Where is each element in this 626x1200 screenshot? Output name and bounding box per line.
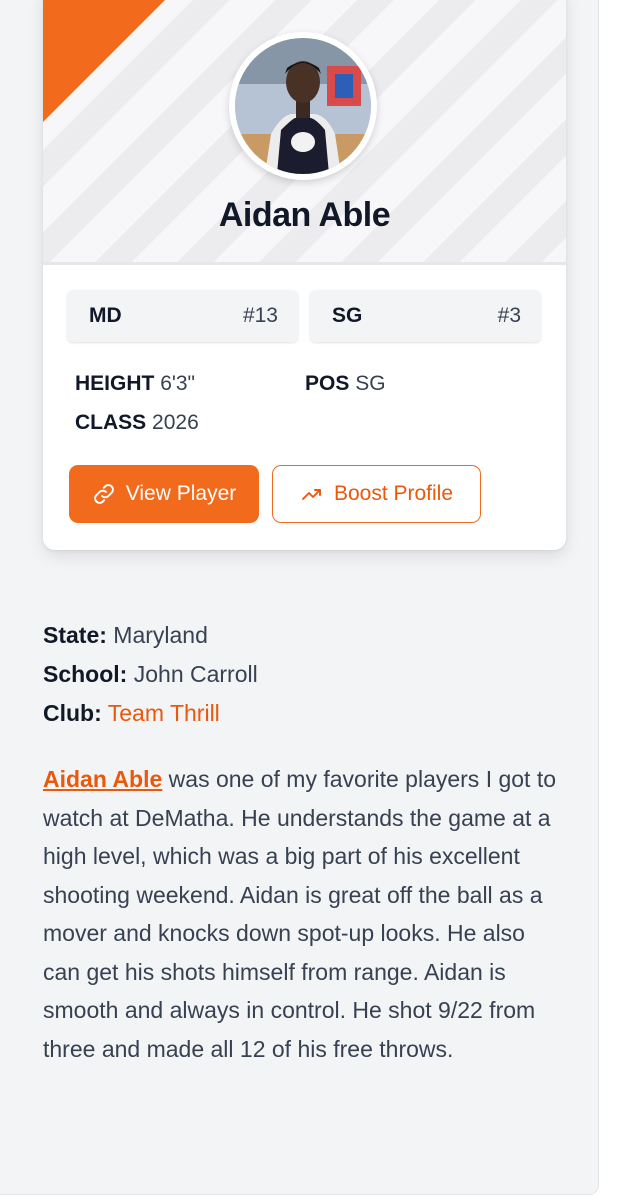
club-link[interactable]: Team Thrill: [108, 700, 220, 726]
school-info-label: School:: [43, 661, 128, 687]
school-info-value: John Carroll: [133, 661, 258, 687]
player-bio: Aidan Able was one of my favorite player…: [43, 760, 568, 1068]
height-value: 6'3": [160, 372, 196, 395]
position-rank-value: #3: [497, 304, 521, 327]
link-icon: [93, 484, 114, 504]
class-stat: CLASS 2026: [75, 411, 199, 435]
view-player-button[interactable]: View Player: [69, 465, 259, 523]
state-info-value: Maryland: [113, 622, 208, 648]
club-info-label: Club:: [43, 700, 102, 726]
bio-player-link[interactable]: Aidan Able: [43, 766, 162, 792]
view-player-label: View Player: [125, 482, 237, 505]
height-stat: HEIGHT 6'3": [75, 372, 195, 396]
height-label: HEIGHT: [75, 372, 155, 395]
pos-value: SG: [355, 372, 386, 395]
player-card-header: Aidan Able: [43, 0, 566, 265]
pos-stat: POS SG: [305, 372, 386, 396]
state-info-label: State:: [43, 622, 107, 648]
player-photo: [235, 38, 371, 174]
player-card: Aidan Able MD #13 SG #3 HEIGHT 6'3" POS …: [43, 0, 566, 550]
trending-up-icon: [302, 489, 321, 500]
position-rank-chip: SG #3: [310, 290, 541, 342]
boost-profile-label: Boost Profile: [333, 482, 454, 505]
club-info: Club: Team Thrill: [43, 700, 220, 727]
bio-text: was one of my favorite players I got to …: [43, 766, 557, 1062]
state-chip-label: MD: [89, 304, 122, 327]
article-panel: Aidan Able MD #13 SG #3 HEIGHT 6'3" POS …: [0, 0, 599, 1195]
player-avatar: [229, 32, 377, 180]
pos-label: POS: [305, 372, 350, 395]
boost-profile-button[interactable]: Boost Profile: [272, 465, 481, 523]
page-margin: [599, 0, 626, 1200]
school-info: School: John Carroll: [43, 661, 258, 688]
class-value: 2026: [152, 411, 199, 434]
state-info: State: Maryland: [43, 622, 208, 649]
state-rank-value: #13: [242, 304, 278, 327]
position-chip-label: SG: [332, 304, 363, 327]
state-rank-chip: MD #13: [67, 290, 298, 342]
class-label: CLASS: [75, 411, 147, 434]
corner-ribbon: [43, 0, 179, 122]
player-name: Aidan Able: [218, 196, 391, 234]
